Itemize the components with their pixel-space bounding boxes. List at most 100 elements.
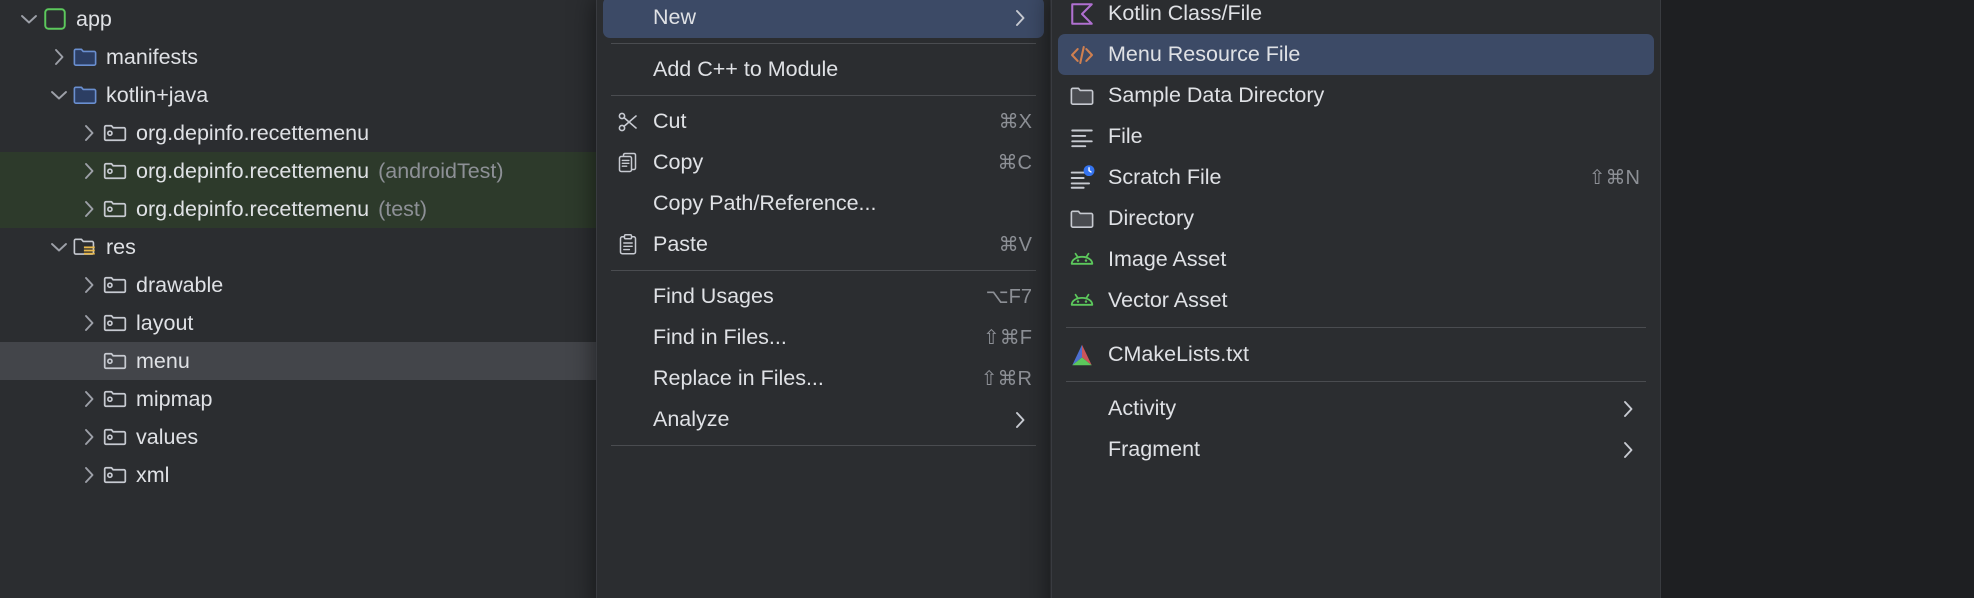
submenu-arrow-icon [1616, 438, 1640, 462]
chevron-right-icon[interactable] [76, 120, 102, 146]
package-icon [102, 158, 128, 184]
package-icon [102, 120, 128, 146]
menu-item-label: Fragment [1108, 437, 1201, 461]
tree-row[interactable]: org.depinfo.recettemenu [0, 114, 596, 152]
chevron-right-icon[interactable] [76, 386, 102, 412]
tree-item-label: kotlin+java [106, 82, 209, 107]
menu-item[interactable]: Activity [1058, 388, 1654, 429]
menu-item[interactable]: New [603, 0, 1044, 38]
menu-separator [611, 43, 1036, 44]
menu-separator [611, 445, 1036, 446]
folder-grey-icon [1068, 206, 1096, 232]
menu-item[interactable]: Find Usages ⌥F7 [603, 276, 1044, 317]
chevron-right-icon[interactable] [76, 310, 102, 336]
folder-grey-icon [1068, 83, 1096, 109]
menu-item[interactable]: Fragment [1058, 429, 1654, 470]
menu-separator [1066, 327, 1646, 328]
menu-item[interactable]: Directory [1058, 198, 1654, 239]
scratch-file-icon [1068, 164, 1096, 191]
kotlin-icon [1068, 1, 1096, 27]
menu-item[interactable]: Copy Path/Reference... [603, 183, 1044, 224]
menu-item[interactable]: File [1058, 116, 1654, 157]
tree-row[interactable]: drawable [0, 266, 596, 304]
menu-item-shortcut: ⌘C [997, 152, 1032, 174]
tree-row[interactable]: kotlin+java [0, 76, 596, 114]
menu-item[interactable]: Kotlin Class/File [1058, 0, 1654, 34]
tree-row[interactable]: xml [0, 456, 596, 494]
menu-item[interactable]: Image Asset [1058, 239, 1654, 280]
submenu-arrow-icon [1616, 397, 1640, 421]
chevron-right-icon[interactable] [76, 158, 102, 184]
tree-row[interactable]: mipmap [0, 380, 596, 418]
cmake-icon [1068, 342, 1096, 368]
tree-row[interactable]: res [0, 228, 596, 266]
xml-code-icon [1068, 42, 1096, 68]
tree-item-label: menu [136, 348, 190, 373]
menu-item-label: Cut [653, 109, 687, 133]
menu-item-label: Copy Path/Reference... [653, 191, 877, 215]
menu-item[interactable]: Menu Resource File [1058, 34, 1654, 75]
screenshot-root: app manifests kotlin+java org.depinfo.recet… [0, 0, 1974, 598]
tree-row[interactable]: app [0, 0, 596, 38]
menu-item[interactable]: CMakeLists.txt [1058, 334, 1654, 375]
menu-item-label: New [653, 5, 697, 29]
tree-row[interactable]: org.depinfo.recettemenu (test) [0, 190, 596, 228]
menu-item[interactable]: Add C++ to Module [603, 49, 1044, 90]
scissors-icon [615, 110, 641, 134]
package-icon [102, 196, 128, 222]
chevron-right-icon[interactable] [76, 196, 102, 222]
package-icon [102, 348, 128, 374]
tree-item-label: xml [136, 462, 170, 487]
package-icon [102, 386, 128, 412]
menu-item-label: Vector Asset [1108, 288, 1228, 312]
menu-item-label: Scratch File [1108, 165, 1222, 189]
context-menu-items: New Add C++ to Module Cut ⌘X Copy ⌘C Copy Path… [597, 0, 1050, 446]
menu-item[interactable]: Find in Files... ⇧⌘F [603, 317, 1044, 358]
chevron-right-icon[interactable] [46, 44, 72, 70]
menu-item-label: Add C++ to Module [653, 57, 839, 81]
menu-item[interactable]: Copy ⌘C [603, 142, 1044, 183]
folder-blue-icon [72, 44, 98, 70]
android-green-icon [1068, 247, 1096, 273]
submenu-arrow-icon [1008, 408, 1032, 432]
android-module-icon [42, 6, 68, 32]
tree-row[interactable]: org.depinfo.recettemenu (androidTest) [0, 152, 596, 190]
chevron-right-icon[interactable] [76, 462, 102, 488]
menu-item-label: Find in Files... [653, 325, 787, 349]
editor-background-area [1661, 0, 1974, 598]
submenu-arrow-icon [1008, 6, 1032, 30]
tree-item-label: org.depinfo.recettemenu [136, 120, 370, 145]
menu-item-label: Replace in Files... [653, 366, 824, 390]
tree-row[interactable]: values [0, 418, 596, 456]
tree-item-qualifier: (test) [378, 196, 428, 221]
chevron-down-icon[interactable] [46, 82, 72, 108]
menu-item-label: Sample Data Directory [1108, 83, 1325, 107]
tree-item-label: res [106, 234, 136, 259]
tree-item-label: org.depinfo.recettemenu [136, 158, 370, 183]
folder-blue-icon [72, 82, 98, 108]
menu-item[interactable]: Analyze [603, 399, 1044, 440]
menu-item-shortcut: ⌘V [998, 234, 1032, 256]
menu-item[interactable]: Sample Data Directory [1058, 75, 1654, 116]
menu-item-label: Menu Resource File [1108, 42, 1301, 66]
chevron-down-icon[interactable] [16, 6, 42, 32]
tree-item-label: drawable [136, 272, 224, 297]
package-icon [102, 272, 128, 298]
chevron-right-icon[interactable] [76, 424, 102, 450]
chevron-down-icon[interactable] [46, 234, 72, 260]
menu-item-label: Activity [1108, 396, 1177, 420]
menu-item-shortcut: ⌘X [998, 111, 1032, 133]
menu-item[interactable]: Scratch File ⇧⌘N [1058, 157, 1654, 198]
menu-item[interactable]: Replace in Files... ⇧⌘R [603, 358, 1044, 399]
menu-item[interactable]: Paste ⌘V [603, 224, 1044, 265]
menu-item-label: CMakeLists.txt [1108, 342, 1249, 366]
menu-item[interactable]: Cut ⌘X [603, 101, 1044, 142]
chevron-right-icon[interactable] [76, 272, 102, 298]
copy-icon [615, 151, 641, 175]
tree-row[interactable]: menu [0, 342, 596, 380]
tree-row[interactable]: manifests [0, 38, 596, 76]
menu-item[interactable]: Vector Asset [1058, 280, 1654, 321]
file-lines-icon [1068, 124, 1096, 150]
res-folder-icon [72, 234, 98, 260]
tree-row[interactable]: layout [0, 304, 596, 342]
